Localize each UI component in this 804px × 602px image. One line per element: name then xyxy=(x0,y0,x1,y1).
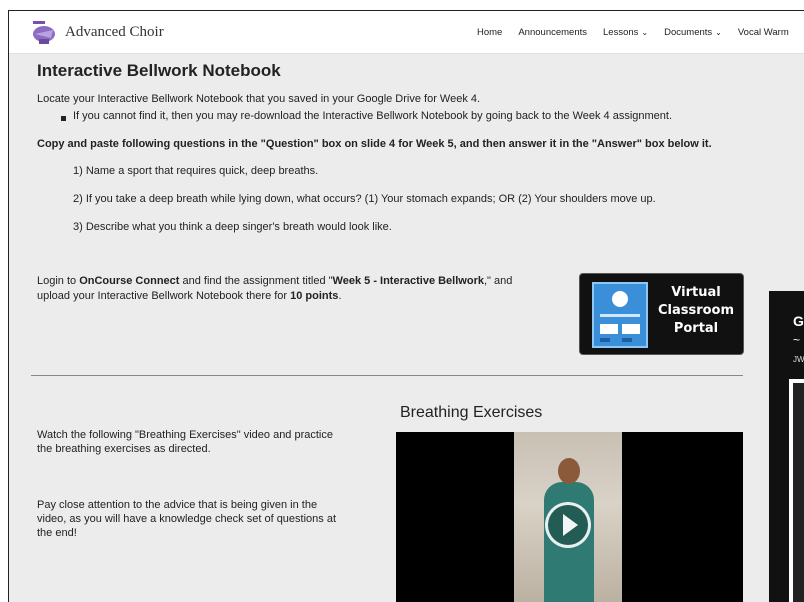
person-head xyxy=(558,458,580,484)
chevron-down-icon: ⌄ xyxy=(641,28,649,37)
login-line2-pre: upload your Interactive Bellwork Noteboo… xyxy=(37,290,291,302)
intro-text: Locate your Interactive Bellwork Noteboo… xyxy=(37,93,481,105)
side-panel: G ~ JW xyxy=(769,291,804,602)
portal-label: Virtual Classroom Portal xyxy=(656,284,736,338)
side-panel-embed-inner xyxy=(793,383,804,602)
nav-lessons-label: Lessons xyxy=(603,27,639,38)
instruction-text: Copy and paste following questions in th… xyxy=(37,138,712,150)
oncourse-connect-link[interactable]: OnCourse Connect xyxy=(79,275,179,287)
login-line-2: upload your Interactive Bellwork Noteboo… xyxy=(37,290,342,302)
play-button[interactable] xyxy=(545,502,591,548)
page-heading: Interactive Bellwork Notebook xyxy=(37,61,281,80)
site-title[interactable]: Advanced Choir xyxy=(65,24,164,41)
choir-logo-icon[interactable] xyxy=(31,21,57,45)
advice-text-3: the end! xyxy=(37,527,77,539)
oncourse-logo-icon xyxy=(600,291,640,342)
portal-label-line3: Portal xyxy=(673,321,719,336)
advice-text-2: video, as you will have a knowledge chec… xyxy=(37,513,337,525)
nav-announcements[interactable]: Announcements xyxy=(518,27,587,38)
question-3: 3) Describe what you think a deep singer… xyxy=(73,221,392,233)
chevron-down-icon: ⌄ xyxy=(715,28,722,37)
login-line-1: Login to OnCourse Connect and find the a… xyxy=(37,275,512,287)
nav-documents[interactable]: Documents ⌄ xyxy=(664,27,722,38)
video-title: Breathing Exercises xyxy=(400,404,543,421)
side-panel-embed[interactable] xyxy=(789,379,804,602)
question-1: 1) Name a sport that requires quick, dee… xyxy=(73,165,319,177)
play-icon xyxy=(563,514,578,536)
nav-home-label: Home xyxy=(477,27,503,38)
watch-text-1: Watch the following "Breathing Exercises… xyxy=(37,429,333,441)
main-nav: Home Announcements Lessons ⌄ Documents ⌄ V… xyxy=(477,27,789,38)
portal-label-line2: Classroom xyxy=(657,303,735,318)
nav-lessons[interactable]: Lessons ⌄ xyxy=(603,27,648,38)
side-panel-tilde: ~ xyxy=(793,333,801,347)
bullet-icon xyxy=(61,116,66,121)
assignment-name: Week 5 - Interactive Bellwork xyxy=(332,275,484,287)
side-panel-title: G xyxy=(793,313,804,329)
portal-screen-icon xyxy=(592,282,648,348)
question-2: 2) If you take a deep breath while lying… xyxy=(73,193,656,205)
page-frame: Advanced Choir Home Announcements Lesson… xyxy=(8,10,804,602)
virtual-classroom-portal-button[interactable]: Virtual Classroom Portal xyxy=(579,273,744,355)
login-post: ," and xyxy=(483,275,513,287)
bullet-text: If you cannot find it, then you may re-d… xyxy=(73,110,673,122)
points-value: 10 points xyxy=(290,290,339,302)
nav-home[interactable]: Home xyxy=(477,27,502,38)
nav-announcements-label: Announcements xyxy=(518,27,588,38)
advice-text-1: Pay close attention to the advice that i… xyxy=(37,499,318,511)
section-divider xyxy=(31,375,743,376)
site-header: Advanced Choir Home Announcements Lesson… xyxy=(9,11,804,54)
login-mid: and find the assignment titled " xyxy=(179,275,333,287)
login-line2-post: . xyxy=(338,290,342,302)
nav-vocal-warm-label: Vocal Warm xyxy=(737,27,789,38)
nav-vocal-warm[interactable]: Vocal Warm xyxy=(738,27,789,38)
side-panel-small-text: JW xyxy=(793,355,804,364)
watch-text-2: the breathing exercises as directed. xyxy=(37,443,211,455)
portal-label-line1: Virtual xyxy=(671,285,721,300)
nav-documents-label: Documents xyxy=(664,27,713,38)
video-player[interactable] xyxy=(396,432,743,602)
login-pre: Login to xyxy=(37,275,80,287)
